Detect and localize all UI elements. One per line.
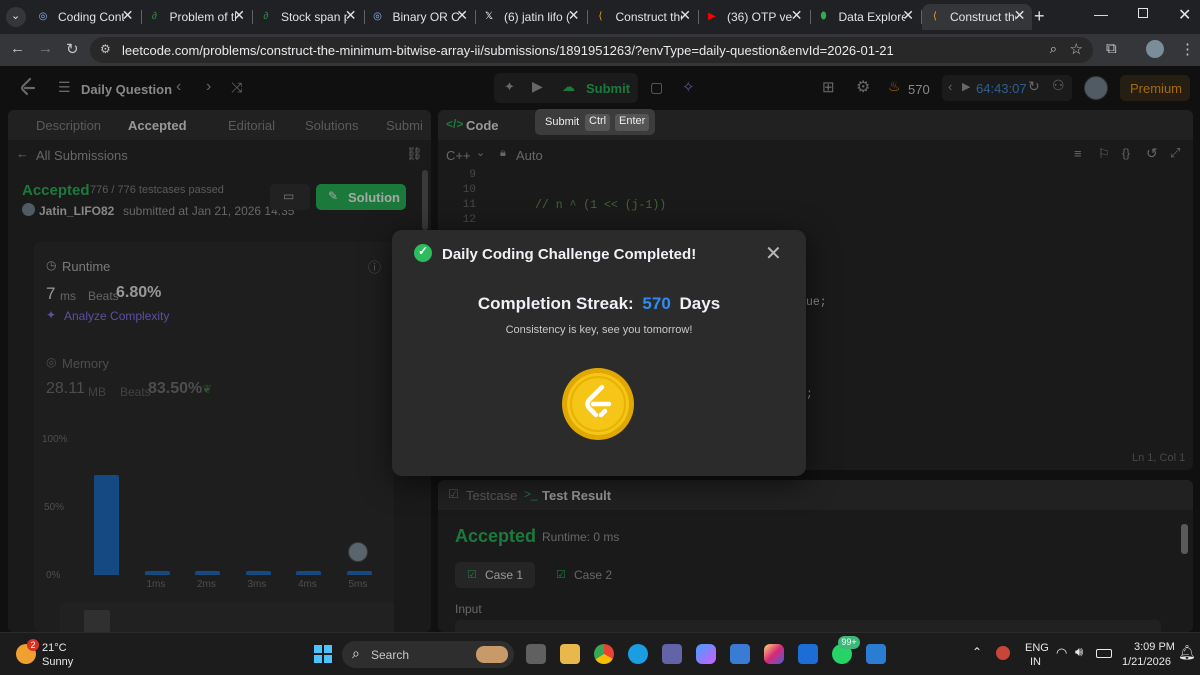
clock-date[interactable]: 1/21/2026 — [1122, 656, 1171, 668]
globe-icon: ◎ — [373, 11, 382, 22]
chevron-down-icon: ⌄ — [11, 10, 21, 22]
search-icon: ⌕ — [352, 645, 360, 661]
url-text[interactable]: leetcode.com/problems/construct-the-mini… — [122, 43, 894, 58]
tray-app-icon[interactable] — [996, 646, 1010, 660]
youtube-icon: ▶ — [708, 11, 716, 22]
browser-menu-icon[interactable]: ⋮ — [1180, 40, 1195, 58]
language-in[interactable]: IN — [1030, 656, 1041, 668]
profile-avatar[interactable] — [1146, 40, 1164, 58]
windows-taskbar: 2 21°C Sunny ⌕ Search 99+ ⌃ ENG IN ◠ 🔊︎ … — [0, 632, 1200, 675]
browser-tab-label: (6) jatin lifo ( — [504, 10, 570, 24]
browser-tab-label: (36) OTP verif — [727, 10, 793, 24]
tab-close-icon[interactable]: ✕ — [902, 7, 914, 24]
browser-tab-label: Construct the — [615, 10, 682, 24]
weather-desc[interactable]: Sunny — [42, 656, 73, 668]
tab-close-icon[interactable]: ✕ — [122, 7, 134, 24]
reload-icon[interactable]: ↻ — [66, 40, 79, 58]
streak-unit: Days — [679, 294, 721, 313]
browser-tab[interactable]: ▶ (36) OTP verif✕ — [699, 4, 809, 30]
search-highlight-icon — [476, 646, 508, 663]
back-arrow-icon[interactable]: ← — [10, 40, 25, 57]
copilot-icon[interactable] — [696, 644, 716, 664]
volume-icon[interactable]: 🔊︎ — [1075, 644, 1083, 660]
tab-close-icon[interactable]: ✕ — [1014, 7, 1026, 24]
streak-label: Completion Streak: — [477, 294, 634, 313]
browser-tab[interactable]: ◎ Coding Conte✕ — [30, 4, 140, 30]
instagram-icon[interactable] — [764, 644, 784, 664]
browser-tab[interactable]: ◎ Binary OR Ca✕ — [365, 4, 475, 30]
streak-line: Completion Streak: 570 Days — [392, 294, 806, 314]
gfg-icon: ∂ — [152, 11, 157, 22]
close-window-icon[interactable]: ✕ — [1178, 5, 1191, 25]
site-info-icon[interactable]: ⚙ — [100, 42, 111, 56]
browser-tab[interactable]: 𝕏 (6) jatin lifo (✕ — [476, 4, 586, 30]
browser-tab[interactable]: ⟨ Construct the ✕ — [922, 4, 1032, 30]
browser-toolbar: ← → ↻ ⚙ leetcode.com/problems/construct-… — [0, 34, 1200, 66]
tab-close-icon[interactable]: ✕ — [345, 7, 357, 24]
weather-badge: 2 — [27, 639, 39, 651]
tab-close-icon[interactable]: ✕ — [456, 7, 468, 24]
edge-icon[interactable] — [628, 644, 648, 664]
browser-tab-label: Coding Conte — [58, 10, 124, 24]
weather-temp[interactable]: 21°C — [42, 642, 67, 654]
browser-tab-label: Problem of th — [169, 10, 236, 24]
store-icon[interactable] — [730, 644, 750, 664]
teams-icon[interactable] — [662, 644, 682, 664]
clock-time[interactable]: 3:09 PM — [1134, 641, 1175, 653]
new-tab-plus-icon[interactable]: + — [1034, 6, 1045, 27]
address-bar[interactable]: ⚙ leetcode.com/problems/construct-the-mi… — [90, 37, 1093, 63]
windows-start-icon[interactable] — [314, 645, 332, 663]
globe-icon: ◎ — [38, 11, 48, 22]
battery-icon[interactable] — [1096, 649, 1112, 658]
submit-tooltip: Submit Ctrl Enter — [535, 109, 655, 135]
modal-close-icon[interactable]: ✕ — [765, 241, 782, 266]
wifi-icon[interactable]: ◠ — [1056, 645, 1067, 661]
kbd-enter: Enter — [615, 114, 650, 131]
task-view-icon[interactable] — [526, 644, 546, 664]
check-circle-icon: ✓ — [414, 244, 432, 262]
leetcode-coin-icon — [561, 367, 635, 441]
extensions-icon[interactable]: ⧉ — [1106, 40, 1117, 57]
streak-value: 570 — [642, 294, 671, 313]
modal-title: Daily Coding Challenge Completed! — [442, 246, 697, 263]
tab-close-icon[interactable]: ✕ — [568, 7, 580, 24]
browser-tab-label: Stock span pr — [281, 10, 347, 24]
search-label: Search — [371, 648, 410, 662]
browser-tab[interactable]: ⬮ Data Explorer✕ — [811, 4, 921, 30]
drop-icon: ⬮ — [820, 11, 827, 22]
tab-close-icon[interactable]: ✕ — [679, 7, 691, 24]
tab-close-icon[interactable]: ✕ — [233, 7, 245, 24]
bookmark-star-icon[interactable]: ☆ — [1070, 40, 1083, 58]
app-icon[interactable] — [798, 644, 818, 664]
show-hidden-icons[interactable]: ⌃ — [972, 645, 982, 659]
browser-tab[interactable]: ∂ Problem of th ✕ — [142, 4, 252, 30]
restore-icon[interactable] — [1138, 8, 1148, 18]
forward-arrow-icon[interactable]: → — [38, 40, 53, 57]
tab-search-button[interactable]: ⌄ — [6, 7, 26, 27]
tab-close-icon[interactable]: ✕ — [791, 7, 803, 24]
kbd-ctrl: Ctrl — [585, 114, 611, 131]
minimize-icon[interactable]: — — [1094, 6, 1108, 22]
browser-tab-label: Construct the — [950, 10, 1016, 24]
tooltip-label: Submit — [545, 116, 580, 128]
leetcode-icon: ⟨ — [598, 11, 603, 22]
leetcode-icon: ⟨ — [933, 11, 937, 22]
taskbar-search-box[interactable]: ⌕ Search — [342, 641, 514, 668]
gfg-icon: ∂ — [263, 11, 269, 22]
browser-tab-label: Data Explorer — [838, 10, 905, 24]
browser-tab[interactable]: ⟨ Construct the ✕ — [588, 4, 698, 30]
file-explorer-icon[interactable] — [560, 644, 580, 664]
zoom-icon[interactable]: ⌕ — [1050, 41, 1057, 57]
browser-tab-label: Binary OR Ca — [392, 10, 459, 24]
x-icon: 𝕏 — [484, 11, 494, 22]
language-eng[interactable]: ENG — [1025, 642, 1049, 654]
word-icon[interactable] — [866, 644, 886, 664]
chrome-icon[interactable] — [594, 644, 614, 664]
daily-challenge-modal: ✓ Daily Coding Challenge Completed! ✕ Co… — [392, 230, 806, 476]
browser-tab[interactable]: ∂ Stock span pr✕ — [253, 4, 363, 30]
notification-badge: 99+ — [838, 636, 860, 649]
modal-message: Consistency is key, see you tomorrow! — [505, 324, 693, 336]
browser-tab-strip: ⌄ ◎Coding Conte✕∂Problem of th✕∂Stock sp… — [0, 0, 1200, 34]
notifications-bell-icon[interactable]: 🔔︎ — [1178, 644, 1196, 661]
